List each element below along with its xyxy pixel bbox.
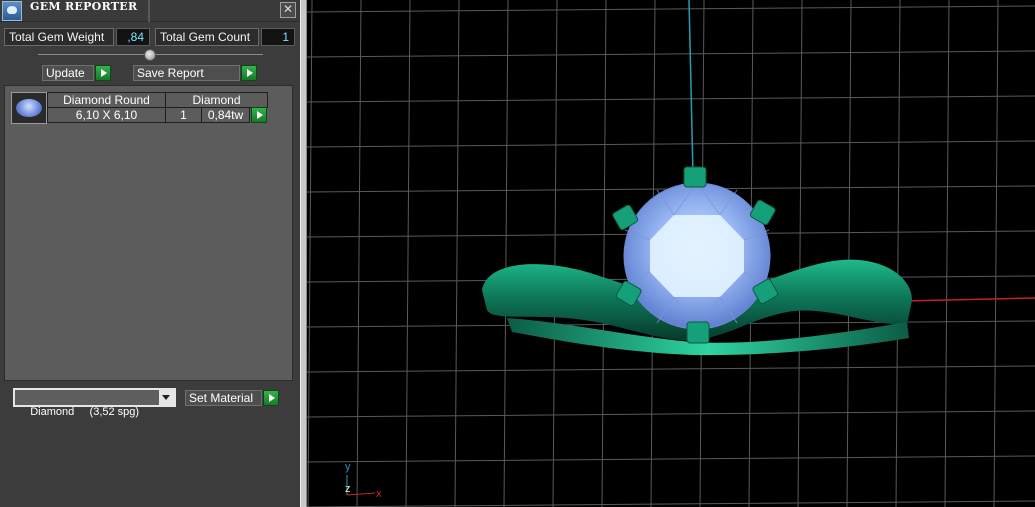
dropdown-arrow-icon[interactable]: [159, 390, 174, 405]
save-report-button[interactable]: Save Report: [133, 65, 240, 81]
axis-gizmo: y z x: [345, 461, 382, 500]
update-button[interactable]: Update: [42, 65, 94, 81]
total-gem-weight-label: Total Gem Weight: [4, 28, 114, 46]
grid-line: [993, 0, 999, 507]
gem-weight-cell: 0,84tw: [201, 107, 250, 123]
axis-x-label: x: [376, 488, 382, 500]
gem-reporter-app-icon: [2, 1, 22, 21]
grid-line: [454, 0, 460, 507]
grid-line: [307, 455, 1035, 463]
gem-size-cell: 6,10 X 6,10: [47, 107, 166, 123]
save-report-play-arrow-icon[interactable]: [241, 65, 257, 81]
grid-line: [552, 0, 558, 507]
slider-thumb-icon[interactable]: [144, 49, 156, 61]
gem-list: Diamond Round Diamond 6,10 X 6,10 1 0,84…: [4, 85, 293, 381]
set-material-play-arrow-icon[interactable]: [263, 390, 279, 406]
prong: [686, 321, 710, 344]
title-bar: GEM REPORTER ✕: [0, 0, 300, 22]
grid-line: [307, 5, 1035, 13]
grid-line: [846, 0, 852, 507]
total-gem-weight-value: ,84: [116, 28, 150, 46]
grid-line: [356, 0, 362, 507]
gem-qty-cell: 1: [165, 107, 202, 123]
axis-y-label: y: [345, 461, 351, 473]
set-material-button[interactable]: Set Material: [185, 390, 262, 406]
grid-line: [797, 0, 803, 507]
grid-line: [944, 0, 950, 507]
total-gem-count-label: Total Gem Count: [155, 28, 259, 46]
viewport-canvas[interactable]: y z x: [307, 0, 1035, 507]
y-axis-line: [688, 0, 694, 176]
material-selected-value: Diamond (3,52 spg): [30, 406, 140, 418]
grid-line: [307, 410, 1035, 418]
grid-line: [307, 140, 1035, 148]
prong: [683, 166, 707, 188]
grid-line: [307, 365, 1035, 373]
axis-z-label: z: [345, 483, 351, 495]
gem-row-play-arrow-icon[interactable]: [251, 107, 267, 123]
grid-line: [895, 0, 901, 507]
grid-line: [307, 0, 313, 507]
window-title: GEM REPORTER: [30, 0, 138, 13]
title-separator: [148, 0, 150, 22]
grid-line: [601, 0, 607, 507]
gem-shape-header: Diamond Round: [47, 92, 166, 108]
grid-line: [405, 0, 411, 507]
grid-line: [307, 500, 1035, 507]
material-select[interactable]: Diamond (3,52 spg): [13, 388, 176, 418]
gem-reporter-panel: GEM REPORTER ✕ Total Gem Weight ,84 Tota…: [0, 0, 300, 507]
panel-divider[interactable]: [300, 0, 307, 507]
total-gem-count-value: 1: [261, 28, 295, 46]
grid-line: [307, 50, 1035, 58]
update-play-arrow-icon[interactable]: [95, 65, 111, 81]
gem-thumbnail-icon: [11, 92, 47, 124]
close-icon[interactable]: ✕: [280, 2, 296, 18]
gem-type-header: Diamond: [165, 92, 268, 108]
grid-line: [307, 95, 1035, 103]
3d-viewport[interactable]: y z x: [307, 0, 1035, 507]
diamond-table-facet: [650, 215, 744, 297]
grid-line: [503, 0, 509, 507]
